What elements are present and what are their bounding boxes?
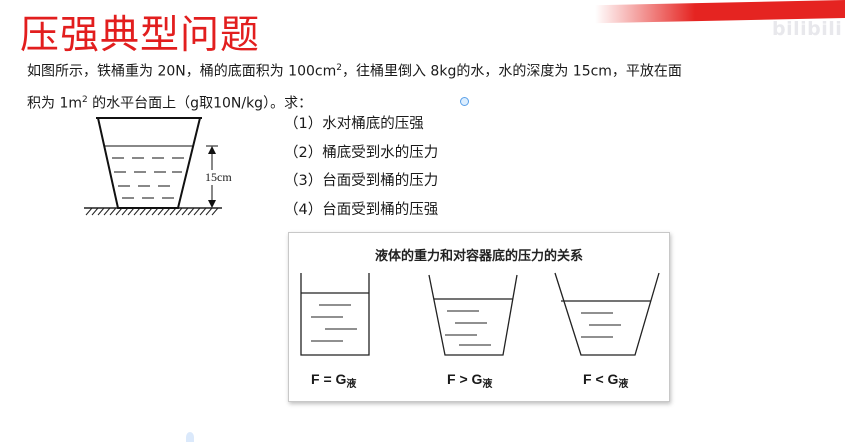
water-dashes xyxy=(112,157,184,199)
depth-arrow-bottom xyxy=(208,200,216,208)
container-straight xyxy=(300,273,370,356)
bucket-outline xyxy=(97,117,201,209)
formula-greater: F > G液 xyxy=(447,371,492,390)
ground-hatching xyxy=(85,207,219,216)
cursor-dot-marker xyxy=(460,97,469,106)
bilibili-watermark: bilibili xyxy=(772,18,843,40)
question-item: （4）台面受到桶的压强 xyxy=(284,201,439,218)
formula-greater-text: F > G xyxy=(447,371,483,387)
bucket-diagram xyxy=(84,117,222,216)
problem-statement: 如图所示，铁桶重为 20N，桶的底面积为 100cm2，往桶里倒入 8kg的水，… xyxy=(27,54,787,117)
problem-line-1-text-a: 如图所示，铁桶重为 20N，桶的底面积为 100cm xyxy=(27,63,337,80)
page-title: 压强典型问题 xyxy=(20,13,261,58)
problem-line-1: 如图所示，铁桶重为 20N，桶的底面积为 100cm2，往桶里倒入 8kg的水，… xyxy=(27,54,787,86)
depth-arrow-top xyxy=(208,146,216,154)
question-item: （2）桶底受到水的压力 xyxy=(284,144,439,161)
container-flared xyxy=(554,272,660,356)
container-wide-top xyxy=(428,274,518,356)
relation-figure-box: 液体的重力和对容器底的压力的关系 F = G液 F > G液 F < G液 xyxy=(288,232,670,402)
depth-label: 15cm xyxy=(204,170,233,185)
problem-line-2-text-a: 积为 1m xyxy=(27,95,82,112)
question-list: （1）水对桶底的压强 （2）桶底受到水的压力 （3）台面受到桶的压力 （4）台面… xyxy=(284,110,438,224)
formula-greater-subscript: 液 xyxy=(482,379,493,390)
question-item: （3）台面受到桶的压力 xyxy=(284,173,439,189)
problem-line-2-text-b: 的水平台面上（g取10N/kg）。求： xyxy=(87,95,313,112)
formula-equal-text: F = G xyxy=(311,371,347,387)
formula-less-text: F < G xyxy=(583,371,619,387)
bucket-figure: 15cm xyxy=(82,116,233,225)
formula-equal: F = G液 xyxy=(311,371,356,390)
formula-less-subscript: 液 xyxy=(618,379,629,390)
question-item: （1）水对桶底的压强 xyxy=(284,116,424,132)
formula-less: F < G液 xyxy=(583,371,628,390)
problem-line-1-text-b: ，往桶里倒入 8kg的水，水的深度为 15cm，平放在面 xyxy=(341,63,682,80)
formula-equal-subscript: 液 xyxy=(346,379,357,390)
